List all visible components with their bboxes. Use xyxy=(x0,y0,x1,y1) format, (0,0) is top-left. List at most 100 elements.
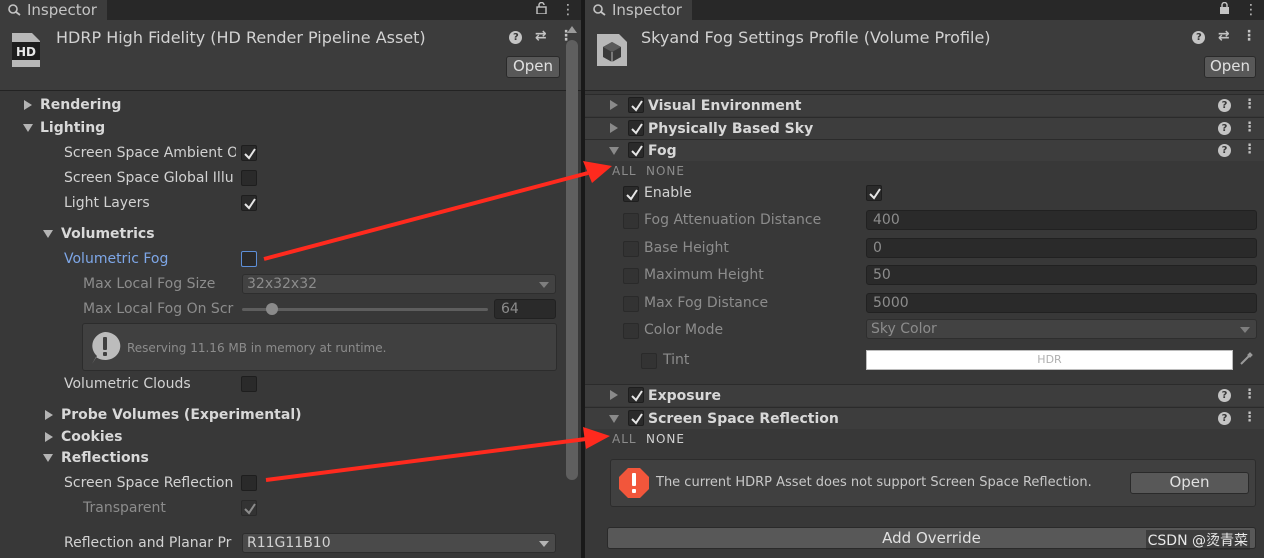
foldout-arrow-icon[interactable] xyxy=(609,415,619,423)
fog-attenuation-field[interactable]: 400 xyxy=(866,210,1257,230)
physically-based-sky-section[interactable]: Physically Based Sky ? ⋮ xyxy=(585,117,1264,139)
left-inspector-tab[interactable]: Inspector xyxy=(0,0,107,20)
transparent-checkbox[interactable] xyxy=(241,500,257,516)
fog-attenuation-label: Fog Attenuation Distance xyxy=(644,212,822,228)
exposure-section[interactable]: Exposure ? ⋮ xyxy=(585,384,1264,406)
fog-section[interactable]: Fog ? ⋮ xyxy=(585,139,1264,161)
fog-label: Fog xyxy=(648,143,677,159)
exposure-override-checkbox[interactable] xyxy=(628,387,644,403)
foldout-arrow-icon[interactable] xyxy=(610,390,618,400)
foldout-arrow-icon[interactable] xyxy=(43,230,53,238)
maximum-height-override-checkbox[interactable] xyxy=(623,268,639,284)
preset-icon[interactable]: ⇄ xyxy=(535,28,547,44)
eyedropper-icon[interactable] xyxy=(1239,352,1255,368)
visual-environment-override-checkbox[interactable] xyxy=(628,97,644,113)
enable-override-checkbox[interactable] xyxy=(623,186,639,202)
physically-based-sky-label: Physically Based Sky xyxy=(648,121,814,137)
ssgi-checkbox[interactable] xyxy=(241,170,257,186)
color-mode-dropdown[interactable]: Sky Color xyxy=(866,319,1257,339)
probe-volumes-foldout[interactable]: Probe Volumes (Experimental) xyxy=(61,405,302,425)
volumetrics-foldout[interactable]: Volumetrics xyxy=(61,224,155,244)
help-icon[interactable]: ? xyxy=(1218,122,1231,135)
enable-checkbox[interactable] xyxy=(866,185,882,201)
cookies-foldout[interactable]: Cookies xyxy=(61,427,122,447)
max-local-fog-slider-track[interactable] xyxy=(242,308,488,311)
foldout-arrow-icon[interactable] xyxy=(45,432,53,442)
ssr-override-checkbox[interactable] xyxy=(628,410,644,426)
foldout-arrow-icon[interactable] xyxy=(24,100,32,110)
menu-dots-icon[interactable]: ⋮ xyxy=(1244,2,1258,18)
right-inspector-tab[interactable]: Inspector xyxy=(585,0,692,20)
menu-dots-icon[interactable]: ⋮ xyxy=(1243,387,1256,402)
maximum-height-label: Maximum Height xyxy=(644,267,764,283)
watermark: CSDN @烫青菜 xyxy=(1145,530,1250,550)
light-layers-label: Light Layers xyxy=(64,195,150,211)
visual-environment-section[interactable]: Visual Environment ? ⋮ xyxy=(585,94,1264,116)
fog-all-link[interactable]: ALL xyxy=(612,164,637,178)
help-icon[interactable]: ? xyxy=(1218,412,1231,425)
foldout-arrow-icon[interactable] xyxy=(45,410,53,420)
inspector-icon xyxy=(8,1,21,16)
menu-dots-icon[interactable]: ⋮ xyxy=(1243,97,1256,112)
foldout-arrow-icon[interactable] xyxy=(609,147,619,155)
menu-dots-icon[interactable]: ⋮ xyxy=(1243,410,1256,425)
max-local-fog-on-screen-field[interactable]: 64 xyxy=(494,299,556,319)
tint-override-checkbox[interactable] xyxy=(641,353,657,369)
ssao-checkbox[interactable] xyxy=(241,145,257,161)
fog-override-checkbox[interactable] xyxy=(628,142,644,158)
right-open-button[interactable]: Open xyxy=(1204,56,1256,78)
ssr-checkbox[interactable] xyxy=(241,475,257,491)
reflection-format-dropdown[interactable]: R11G11B10 xyxy=(242,533,556,553)
rendering-foldout[interactable]: Rendering xyxy=(40,95,121,115)
preset-icon[interactable]: ⇄ xyxy=(1218,28,1230,44)
chevron-down-icon xyxy=(1240,327,1250,333)
color-mode-override-checkbox[interactable] xyxy=(623,323,639,339)
fog-none-link[interactable]: NONE xyxy=(646,164,685,178)
reflection-format-label: Reflection and Planar Pr xyxy=(64,535,232,551)
help-icon[interactable]: ? xyxy=(1218,99,1231,112)
foldout-arrow-icon[interactable] xyxy=(43,454,53,462)
ssr-none-link[interactable]: NONE xyxy=(646,432,685,446)
lighting-foldout[interactable]: Lighting xyxy=(40,118,105,138)
exposure-label: Exposure xyxy=(648,388,721,404)
left-asset-header: HD HDRP High Fidelity (HD Render Pipelin… xyxy=(0,20,581,91)
max-local-fog-slider-handle[interactable] xyxy=(265,303,278,315)
help-icon[interactable]: ? xyxy=(509,31,523,44)
max-local-fog-size-dropdown[interactable]: 32x32x32 xyxy=(242,274,556,294)
help-icon[interactable]: ? xyxy=(1192,31,1206,44)
ssr-all-link[interactable]: ALL xyxy=(612,432,637,446)
help-icon[interactable]: ? xyxy=(1218,389,1231,402)
menu-dots-icon[interactable]: ⋮ xyxy=(1243,142,1256,157)
base-height-override-checkbox[interactable] xyxy=(623,241,639,257)
help-icon[interactable]: ? xyxy=(1218,144,1231,157)
ssr-section[interactable]: Screen Space Reflection ? ⋮ xyxy=(585,407,1264,429)
base-height-field[interactable]: 0 xyxy=(866,238,1257,258)
scroll-up-arrow[interactable] xyxy=(567,26,577,33)
inspector-icon xyxy=(593,1,606,16)
fog-attenuation-override-checkbox[interactable] xyxy=(623,213,639,229)
menu-dots-icon[interactable]: ⋮ xyxy=(1243,120,1256,135)
lock-icon[interactable] xyxy=(1219,1,1234,18)
reflections-foldout[interactable]: Reflections xyxy=(61,448,149,468)
volumetric-fog-checkbox[interactable] xyxy=(241,251,257,267)
ssr-open-button[interactable]: Open xyxy=(1130,472,1249,494)
lock-icon[interactable] xyxy=(535,1,551,18)
menu-dots-icon[interactable]: ⋮ xyxy=(561,2,575,18)
menu-dots-icon[interactable]: ⋮ xyxy=(1242,28,1256,44)
max-fog-distance-override-checkbox[interactable] xyxy=(623,296,639,312)
left-open-button[interactable]: Open xyxy=(506,56,560,78)
foldout-arrow-icon[interactable] xyxy=(610,123,618,133)
tint-color-field[interactable]: HDR xyxy=(866,350,1233,370)
foldout-arrow-icon[interactable] xyxy=(610,100,618,110)
ssr-section-label: Screen Space Reflection xyxy=(648,411,839,427)
max-fog-distance-field[interactable]: 5000 xyxy=(866,293,1257,313)
physically-based-sky-override-checkbox[interactable] xyxy=(628,120,644,136)
left-scrollbar[interactable] xyxy=(566,40,578,480)
volumetric-clouds-checkbox[interactable] xyxy=(241,376,257,392)
foldout-arrow-icon[interactable] xyxy=(23,124,33,132)
ssgi-label: Screen Space Global Illu xyxy=(64,170,234,186)
maximum-height-field[interactable]: 50 xyxy=(866,265,1257,285)
color-mode-value: Sky Color xyxy=(871,321,937,337)
light-layers-checkbox[interactable] xyxy=(241,195,257,211)
hdrp-asset-icon: HD xyxy=(12,33,40,67)
